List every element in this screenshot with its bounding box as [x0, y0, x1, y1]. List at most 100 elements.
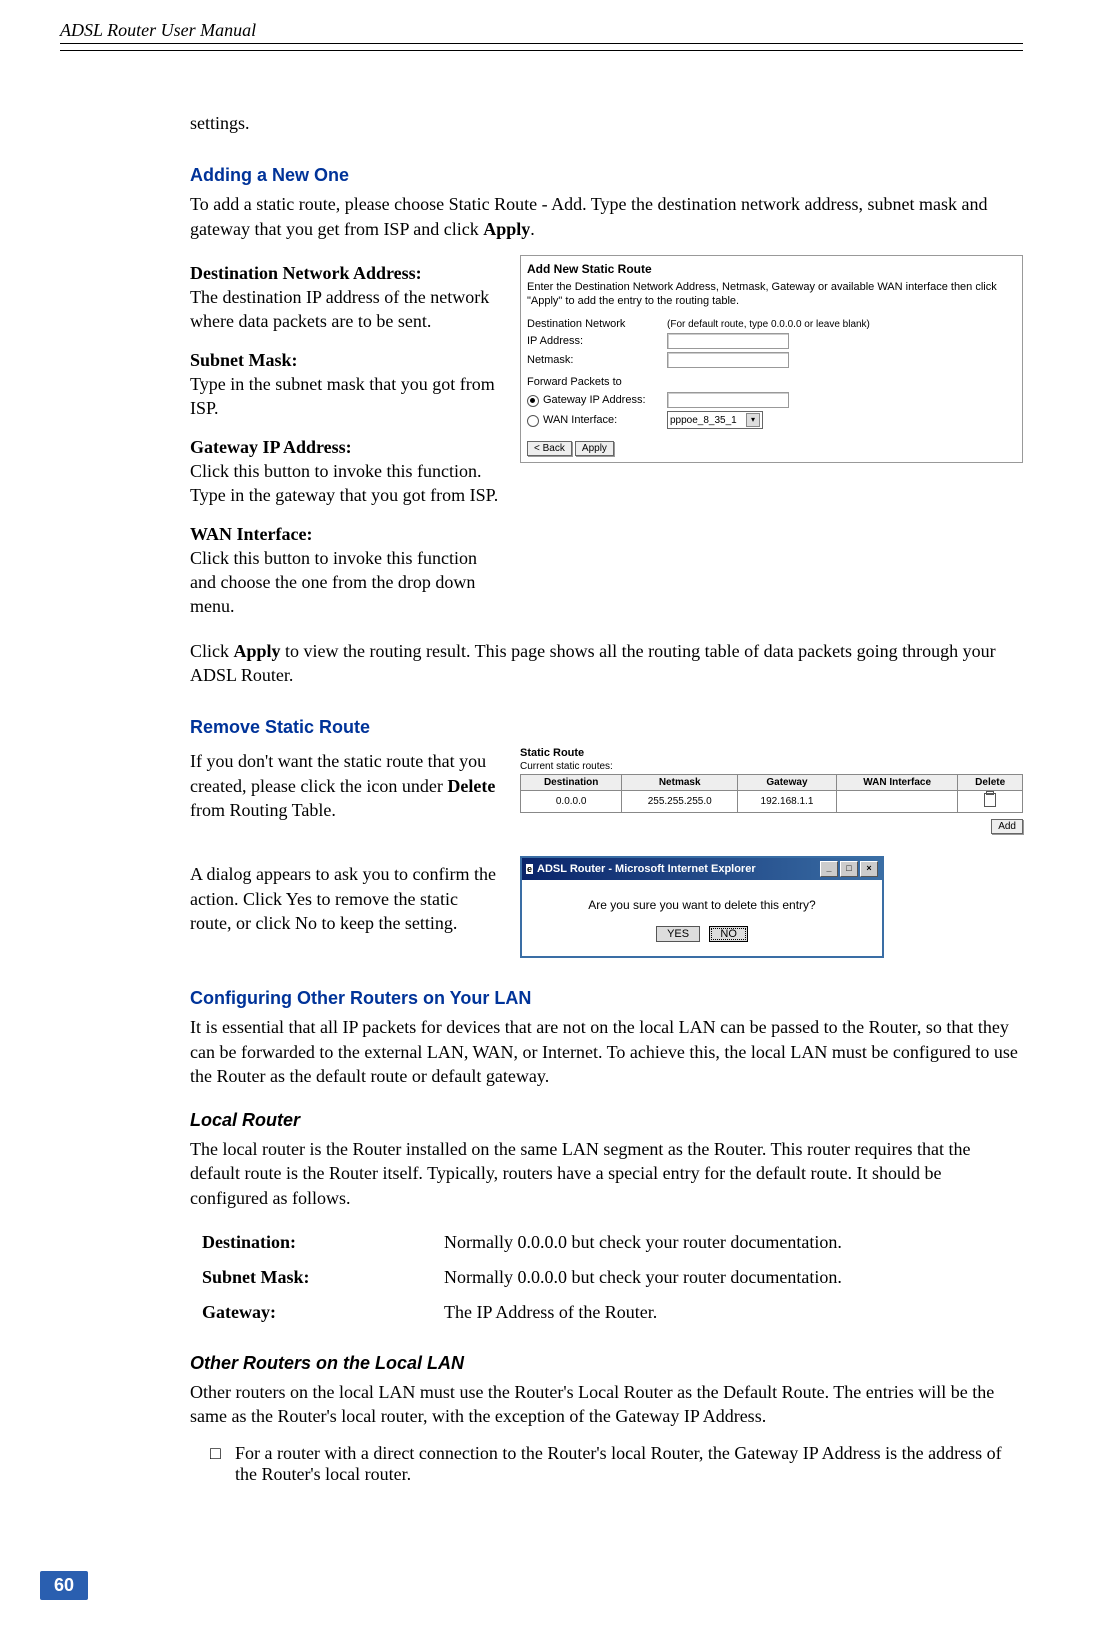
confirm-dialog-screenshot: eADSL Router - Microsoft Internet Explor…	[520, 856, 1023, 958]
dialog-buttons: YES NO	[532, 926, 872, 942]
gateway-ip-input[interactable]	[667, 392, 789, 408]
th-netmask: Netmask	[622, 775, 738, 791]
dialog-titlebar: eADSL Router - Microsoft Internet Explor…	[522, 858, 882, 880]
gip-block: Gateway IP Address:Click this button to …	[190, 435, 500, 508]
add-route-form: Add New Static Route Enter the Destinati…	[520, 255, 1023, 464]
wan-radio[interactable]	[527, 415, 539, 427]
td-netmask: 255.255.255.0	[622, 791, 738, 813]
th-delete: Delete	[958, 775, 1023, 791]
netmask-row: Netmask:	[527, 352, 1016, 368]
gateway-radio-label[interactable]: Gateway IP Address:	[527, 394, 667, 406]
adding-para: To add a static route, please choose Sta…	[190, 192, 1023, 241]
adding-defs: Destination Network Address:The destinat…	[190, 255, 500, 633]
config-gateway-label: Gateway:	[202, 1296, 442, 1329]
remove-para1: If you don't want the static route that …	[190, 749, 500, 822]
window-controls: _ □ ×	[820, 861, 878, 877]
remove-para2: A dialog appears to ask you to confirm t…	[190, 862, 500, 935]
td-wan	[836, 791, 957, 813]
heading-other-routers: Other Routers on the Local LAN	[190, 1353, 1023, 1374]
maximize-icon[interactable]: □	[840, 861, 858, 877]
yes-button[interactable]: YES	[656, 926, 700, 942]
back-button[interactable]: < Back	[527, 441, 572, 456]
form-desc: Enter the Destination Network Address, N…	[527, 280, 1016, 309]
table-row: 0.0.0.0 255.255.255.0 192.168.1.1	[521, 791, 1023, 813]
th-dest: Destination	[521, 775, 622, 791]
gateway-radio-row: Gateway IP Address:	[527, 392, 1016, 408]
dialog-body: Are you sure you want to delete this ent…	[522, 880, 882, 956]
table-title: Static Route	[520, 747, 1023, 759]
adding-two-col: Destination Network Address:The destinat…	[190, 255, 1023, 633]
dest-network-label: Destination Network	[527, 318, 667, 330]
form-title: Add New Static Route	[527, 262, 1016, 276]
static-route-table: Static Route Current static routes: Dest…	[520, 747, 1023, 834]
wan-radio-row: WAN Interface: pppoe_8_35_1▾	[527, 411, 1016, 429]
dna-block: Destination Network Address:The destinat…	[190, 261, 500, 334]
gateway-radio[interactable]	[527, 395, 539, 407]
bullet-text: For a router with a direct connection to…	[235, 1443, 1023, 1485]
close-icon[interactable]: ×	[860, 861, 878, 877]
dest-network-hint: (For default route, type 0.0.0.0 or leav…	[667, 319, 870, 330]
header-title: ADSL Router User Manual	[60, 20, 1023, 44]
heading-local-router: Local Router	[190, 1110, 1023, 1131]
config-row-gateway: Gateway: The IP Address of the Router.	[202, 1296, 862, 1329]
ip-label: IP Address:	[527, 335, 667, 347]
td-delete	[958, 791, 1023, 813]
config-row-subnet: Subnet Mask: Normally 0.0.0.0 but check …	[202, 1261, 862, 1294]
remove-text-2: A dialog appears to ask you to confirm t…	[190, 856, 500, 949]
route-table-screenshot: Static Route Current static routes: Dest…	[520, 743, 1023, 834]
ie-icon: e	[526, 864, 533, 874]
wan-radio-label[interactable]: WAN Interface:	[527, 414, 667, 426]
configuring-para: It is essential that all IP packets for …	[190, 1015, 1023, 1088]
remove-text-1: If you don't want the static route that …	[190, 743, 500, 836]
form-buttons: < Back Apply	[527, 441, 1016, 456]
config-gateway-val: The IP Address of the Router.	[444, 1296, 862, 1329]
config-dest-label: Destination:	[202, 1226, 442, 1259]
config-row-dest: Destination: Normally 0.0.0.0 but check …	[202, 1226, 862, 1259]
page: ADSL Router User Manual settings. Adding…	[0, 0, 1093, 1620]
dialog-title: eADSL Router - Microsoft Internet Explor…	[526, 863, 756, 875]
heading-adding: Adding a New One	[190, 165, 1023, 186]
netmask-input[interactable]	[667, 352, 789, 368]
td-dest: 0.0.0.0	[521, 791, 622, 813]
bullet-item: □ For a router with a direct connection …	[210, 1443, 1023, 1485]
config-dest-val: Normally 0.0.0.0 but check your router d…	[444, 1226, 862, 1259]
config-subnet-label: Subnet Mask:	[202, 1261, 442, 1294]
dialog-question: Are you sure you want to delete this ent…	[532, 898, 872, 912]
heading-configuring: Configuring Other Routers on Your LAN	[190, 988, 1023, 1009]
chevron-down-icon[interactable]: ▾	[746, 413, 760, 427]
netmask-label: Netmask:	[527, 354, 667, 366]
dest-network-row: Destination Network (For default route, …	[527, 318, 1016, 330]
confirm-dialog: eADSL Router - Microsoft Internet Explor…	[520, 856, 884, 958]
routes-table: Destination Netmask Gateway WAN Interfac…	[520, 774, 1023, 813]
th-gateway: Gateway	[738, 775, 837, 791]
bullet-marker: □	[210, 1443, 235, 1485]
forward-label: Forward Packets to	[527, 376, 1016, 388]
remove-two-col: If you don't want the static route that …	[190, 743, 1023, 836]
ip-input[interactable]	[667, 333, 789, 349]
no-button[interactable]: NO	[709, 926, 748, 942]
ip-row: IP Address:	[527, 333, 1016, 349]
table-header-row: Destination Netmask Gateway WAN Interfac…	[521, 775, 1023, 791]
table-subtitle: Current static routes:	[520, 761, 1023, 772]
local-router-para: The local router is the Router installed…	[190, 1137, 1023, 1210]
sm-block: Subnet Mask:Type in the subnet mask that…	[190, 348, 500, 421]
trash-icon[interactable]	[984, 793, 996, 807]
wan-dropdown[interactable]: pppoe_8_35_1▾	[667, 411, 763, 429]
td-gateway: 192.168.1.1	[738, 791, 837, 813]
intro-text: settings.	[190, 111, 1023, 135]
minimize-icon[interactable]: _	[820, 861, 838, 877]
add-route-screenshot: Add New Static Route Enter the Destinati…	[520, 255, 1023, 464]
add-route-button[interactable]: Add	[991, 819, 1023, 834]
apply-button[interactable]: Apply	[575, 441, 614, 456]
wan-block: WAN Interface:Click this button to invok…	[190, 522, 500, 619]
config-table: Destination: Normally 0.0.0.0 but check …	[200, 1224, 864, 1331]
page-number: 60	[40, 1571, 88, 1600]
content-area: settings. Adding a New One To add a stat…	[190, 111, 1023, 1485]
heading-remove: Remove Static Route	[190, 717, 1023, 738]
config-subnet-val: Normally 0.0.0.0 but check your router d…	[444, 1261, 862, 1294]
th-wan: WAN Interface	[836, 775, 957, 791]
other-routers-para: Other routers on the local LAN must use …	[190, 1380, 1023, 1429]
header-rule	[60, 48, 1023, 51]
adding-after: Click Apply to view the routing result. …	[190, 639, 1023, 688]
dialog-two-col: A dialog appears to ask you to confirm t…	[190, 856, 1023, 958]
